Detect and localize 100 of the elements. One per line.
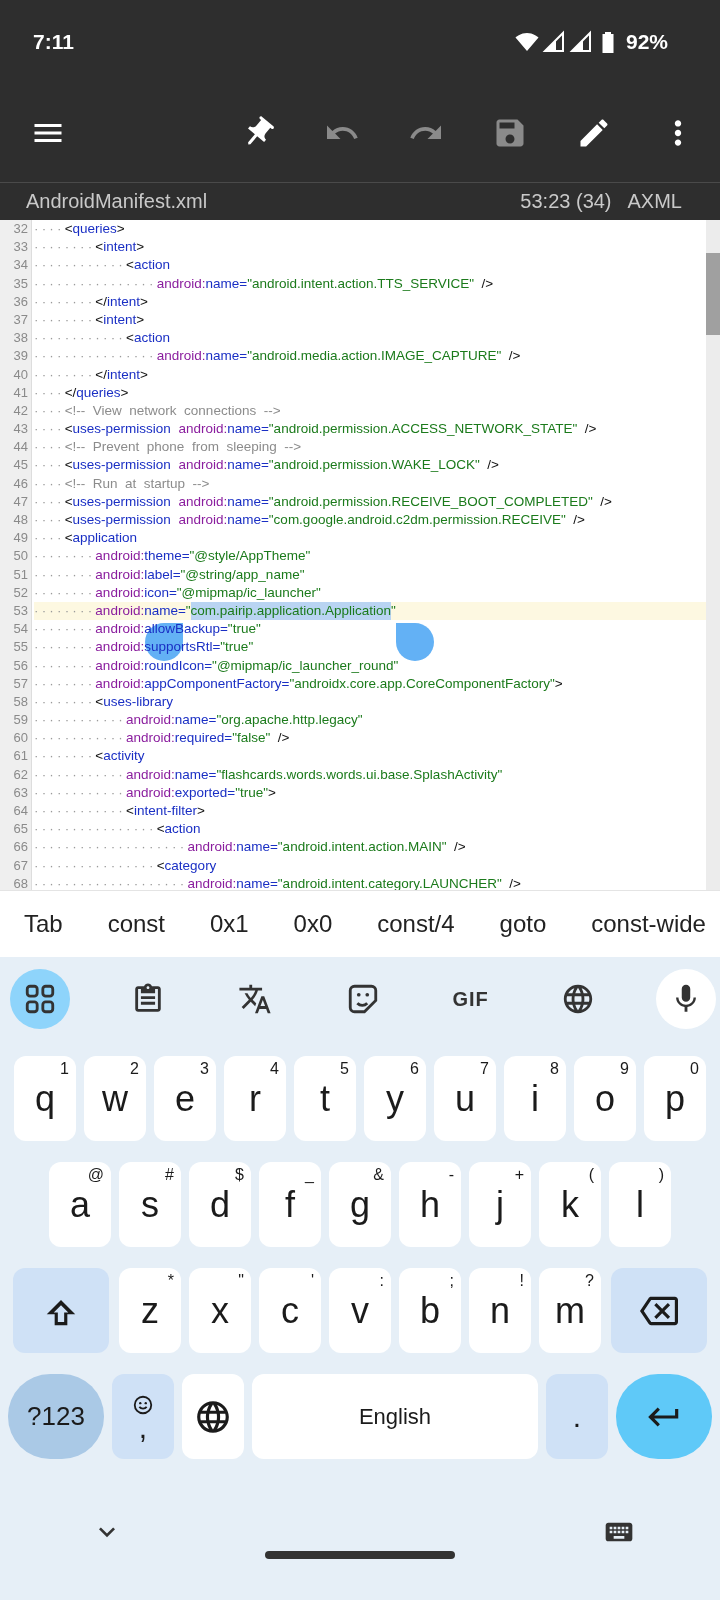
signal-icon: [568, 30, 593, 54]
key-hint: (: [588, 1166, 594, 1184]
letter-key[interactable]: " x: [189, 1268, 251, 1353]
backspace-key[interactable]: [611, 1268, 707, 1353]
key-label: b: [420, 1289, 440, 1332]
letter-key[interactable]: 8 i: [504, 1056, 566, 1141]
letter-key[interactable]: ! n: [469, 1268, 531, 1353]
key-label: x: [211, 1289, 229, 1332]
scrollbar[interactable]: [706, 220, 720, 890]
key-hint: @: [87, 1166, 104, 1184]
battery-percent: 92%: [625, 30, 668, 54]
letter-key[interactable]: ? m: [539, 1268, 601, 1353]
selection-handle[interactable]: [396, 623, 434, 661]
suggestion-word[interactable]: const/4: [377, 910, 455, 938]
letter-key[interactable]: : v: [329, 1268, 391, 1353]
code-line: ····<queries>: [34, 220, 126, 238]
line-number: 38: [12, 329, 29, 348]
code-line: ········<uses-library: [34, 692, 175, 711]
letter-key[interactable]: - h: [399, 1162, 461, 1247]
letter-key[interactable]: ( k: [539, 1162, 601, 1247]
line-number: 52: [12, 583, 29, 602]
code-line: ············<action: [34, 256, 171, 275]
line-number: 49: [12, 529, 29, 548]
line-number: 59: [12, 711, 29, 730]
code-line: ····</queries>: [34, 383, 130, 402]
letter-key[interactable]: # s: [119, 1162, 181, 1247]
line-number: 32: [12, 220, 29, 238]
code-line: ········</intent>: [34, 292, 149, 311]
key-label: ,: [138, 1415, 148, 1440]
key-label: o: [595, 1077, 615, 1120]
line-number: 48: [12, 511, 29, 529]
key-hint: 4: [270, 1060, 279, 1078]
line-number: 46: [12, 474, 29, 493]
letter-key[interactable]: 1 q: [14, 1056, 76, 1141]
key-hint: 2: [130, 1060, 139, 1078]
key-label: e: [175, 1077, 195, 1120]
letter-key[interactable]: 7 u: [434, 1056, 496, 1141]
code-line: ····<uses-permission android:name="com.google.android.c2dm.permission.RECEIVE" />: [34, 511, 586, 529]
line-number: 62: [12, 765, 29, 784]
letter-key[interactable]: 9 o: [574, 1056, 636, 1141]
suggestion-word[interactable]: 0x1: [209, 910, 249, 938]
home-handle[interactable]: [265, 1551, 455, 1559]
code-line: ············android:name="flashcards.words.words.ui.base.SplashActivity": [34, 765, 504, 784]
code-line: ········<intent>: [34, 310, 146, 329]
letter-key[interactable]: 5 t: [294, 1056, 356, 1141]
letter-key[interactable]: _ f: [259, 1162, 321, 1247]
period-key[interactable]: .: [546, 1374, 608, 1459]
key-label: u: [455, 1077, 475, 1120]
code-line: ············<intent-filter>: [34, 802, 206, 820]
space-key[interactable]: English: [252, 1374, 538, 1459]
suggestion-word[interactable]: 0x0: [293, 910, 333, 938]
key-hint: ?: [585, 1272, 594, 1290]
key-hint: :: [379, 1272, 384, 1290]
suggestion-word[interactable]: Tab: [24, 910, 63, 938]
letter-key[interactable]: ) l: [609, 1162, 671, 1247]
letter-key[interactable]: ; b: [399, 1268, 461, 1353]
code-line: ····<!-- View network connections -->: [34, 401, 282, 420]
emoji-comma-key[interactable]: ,: [112, 1374, 174, 1459]
letter-key[interactable]: 3 e: [154, 1056, 216, 1141]
letter-key[interactable]: @ a: [49, 1162, 111, 1247]
letter-key[interactable]: & g: [329, 1162, 391, 1247]
key-label: f: [285, 1183, 295, 1226]
line-number: 67: [12, 856, 29, 875]
code-line: ····<uses-permission android:name="android.permission.WAKE_LOCK" />: [34, 456, 500, 475]
line-number: 36: [12, 292, 29, 311]
line-number: 45: [12, 456, 29, 475]
code-line: ············android:name="org.apache.http.legacy": [34, 711, 364, 730]
code-line: ········<intent>: [34, 238, 146, 257]
letter-key[interactable]: 2 w: [84, 1056, 146, 1141]
scroll-thumb[interactable]: [706, 253, 720, 335]
key-hint: 7: [480, 1060, 489, 1078]
key-label: g: [350, 1183, 370, 1226]
letter-key[interactable]: + j: [469, 1162, 531, 1247]
key-hint: 5: [340, 1060, 349, 1078]
key-label: s: [141, 1183, 159, 1226]
line-number: 53: [12, 601, 29, 620]
code-line: ········</intent>: [34, 365, 149, 384]
grid-button[interactable]: [10, 969, 70, 1029]
suggestion-word[interactable]: goto: [499, 910, 547, 938]
key-hint: +: [514, 1166, 524, 1184]
key-hint: #: [165, 1166, 174, 1184]
letter-key[interactable]: 4 r: [224, 1056, 286, 1141]
line-number: 58: [12, 692, 29, 711]
letter-key[interactable]: 0 p: [644, 1056, 706, 1141]
line-number: 35: [12, 274, 29, 293]
key-label: q: [35, 1077, 55, 1120]
letter-key[interactable]: ' c: [259, 1268, 321, 1353]
suggestion-word[interactable]: const: [107, 910, 165, 938]
key-label: z: [141, 1289, 159, 1332]
letter-key[interactable]: * z: [119, 1268, 181, 1353]
symbols-key[interactable]: ?123: [8, 1374, 104, 1459]
code-line: ····<uses-permission android:name="android.permission.RECEIVE_BOOT_COMPLETED" />: [34, 492, 613, 511]
language-key[interactable]: [182, 1374, 244, 1459]
key-label: h: [420, 1183, 440, 1226]
suggestion-word[interactable]: const-wide: [591, 910, 706, 938]
letter-key[interactable]: 6 y: [364, 1056, 426, 1141]
gif-button[interactable]: GIF: [440, 969, 501, 1029]
shift-key[interactable]: [13, 1268, 109, 1353]
line-number: 61: [12, 747, 29, 766]
letter-key[interactable]: $ d: [189, 1162, 251, 1247]
